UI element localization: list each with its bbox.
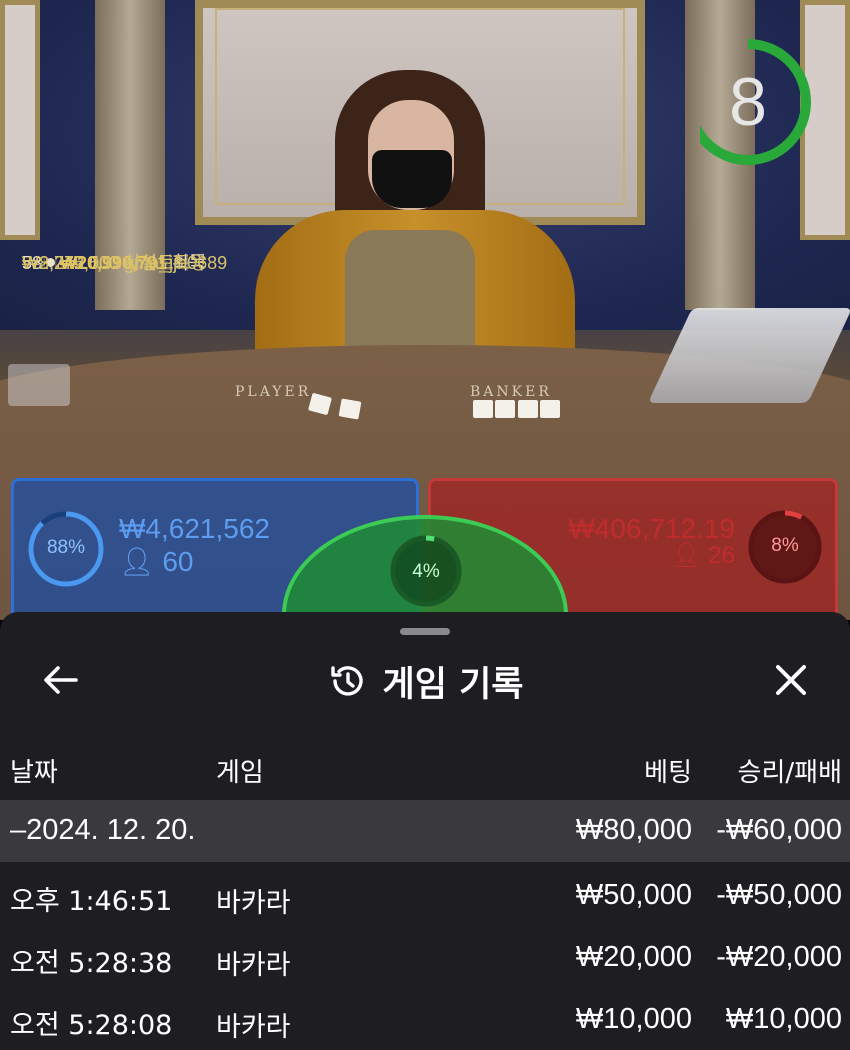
history-icon [330,666,363,696]
player-bettor-count: 👤︎ 60 [119,546,194,577]
close-icon [776,665,806,695]
row-result: -₩20,000 [716,941,842,973]
column-header-game: 게임 [216,758,264,788]
timer-value: 8 [729,64,767,140]
column-header-date: 날짜 [10,758,58,788]
table-row[interactable]: 오후 1:46:51 바카라 ₩50,000 -₩50,000 [0,865,850,927]
row-time: 오전 5:28:38 [10,948,173,979]
date-group-bet: ₩80,000 [575,814,692,846]
person-icon: 👤︎ [119,546,155,577]
playing-card [338,398,362,420]
table-header: 날짜 게임 베팅 승리/패배 [0,750,850,790]
player-bet-amount: ₩4,621,562 [119,513,270,544]
tie-percent: 4% [412,561,440,582]
countdown-timer: 8 [685,32,820,172]
winner-entry: ₩1,069,500 청각상어 [22,252,850,275]
row-game: 바카라 [216,950,291,981]
winner-amount: ₩1,069,500 [22,253,120,273]
banker-percent: 8% [771,535,799,556]
sheet-drag-handle[interactable] [400,628,450,635]
table-row[interactable]: 오전 5:28:38 바카라 ₩20,000 -₩20,000 [0,927,850,989]
column-header-result: 승리/패배 [737,758,842,788]
date-group-row[interactable]: –2024. 12. 20. ₩80,000 -₩60,000 [0,800,850,862]
wall-frame-left [0,0,40,240]
row-result: ₩10,000 [725,1003,842,1035]
table-label-player: PLAYER [235,384,312,400]
table-label-banker: BANKER [470,384,552,400]
game-history-sheet: 게임 기록 날짜 게임 베팅 승리/패배 –2024. 12. 20. ₩80,… [0,612,850,1050]
close-button[interactable] [766,658,816,702]
row-bet: ₩20,000 [575,941,692,973]
table-row[interactable]: 오전 5:28:08 바카라 ₩10,000 ₩10,000 [0,989,850,1050]
playing-card [473,400,493,418]
row-bet: ₩50,000 [575,879,692,911]
row-game: 바카라 [216,888,291,919]
date-group-result: -₩60,000 [716,814,842,846]
date-group-label: –2024. 12. 20. [10,814,196,846]
person-icon: 👤︎ [671,542,702,569]
playing-card [495,400,515,418]
discard-tray [8,364,70,406]
playing-card [518,400,538,418]
row-time: 오후 1:46:51 [10,886,173,917]
banker-bettor-count: 👤︎ 26 [671,542,735,569]
row-time: 오전 5:28:08 [10,1010,173,1041]
column-header-bet: 베팅 [644,758,692,788]
playing-card [540,400,560,418]
sheet-title: 게임 기록 [0,656,850,706]
player-percent: 88% [46,537,86,558]
winner-name: 청각상어 [124,253,191,273]
row-bet: ₩10,000 [575,1003,692,1035]
row-result: -₩50,000 [716,879,842,911]
row-game: 바카라 [216,1012,291,1043]
dealer-mask [372,150,452,208]
page-title: 게임 기록 [382,664,524,705]
